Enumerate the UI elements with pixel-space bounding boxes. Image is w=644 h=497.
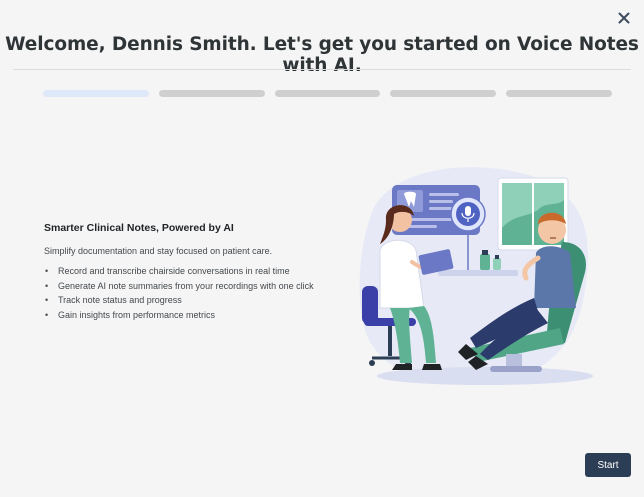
bullet-icon: • <box>45 309 49 320</box>
intro-headline: Smarter Clinical Notes, Powered by AI <box>44 222 234 234</box>
bullet-icon: • <box>45 266 49 276</box>
header-divider <box>13 69 631 70</box>
step-progress <box>43 90 612 98</box>
progress-step <box>274 90 381 97</box>
progress-step <box>390 90 497 97</box>
intro-subtitle: Simplify documentation and stay focused … <box>44 246 273 256</box>
dental-consultation-illustration <box>359 167 593 385</box>
feature-item: • Record and transcribe chairside convers… <box>45 266 290 276</box>
close-icon <box>618 12 630 24</box>
feature-item: • Track note status and progress <box>45 295 182 305</box>
counter <box>438 270 518 276</box>
progress-step <box>43 90 149 97</box>
bullet-icon: • <box>45 295 49 305</box>
intro-content: Smarter Clinical Notes, Powered by AI Si… <box>44 222 314 323</box>
bullet-icon: • <box>45 280 49 291</box>
feature-list: • Record and transcribe chairside convers… <box>44 265 314 321</box>
feature-item: • Gain insights from performance metrics <box>45 309 216 320</box>
welcome-dialog: Welcome, Dennis Smith. Let's get you sta… <box>0 0 644 497</box>
close-button[interactable] <box>612 6 636 30</box>
progress-step <box>158 90 265 97</box>
feature-item: • Generate AI note summaries from your re… <box>45 280 314 291</box>
progress-step <box>506 90 612 97</box>
start-button[interactable]: Start <box>585 453 631 477</box>
